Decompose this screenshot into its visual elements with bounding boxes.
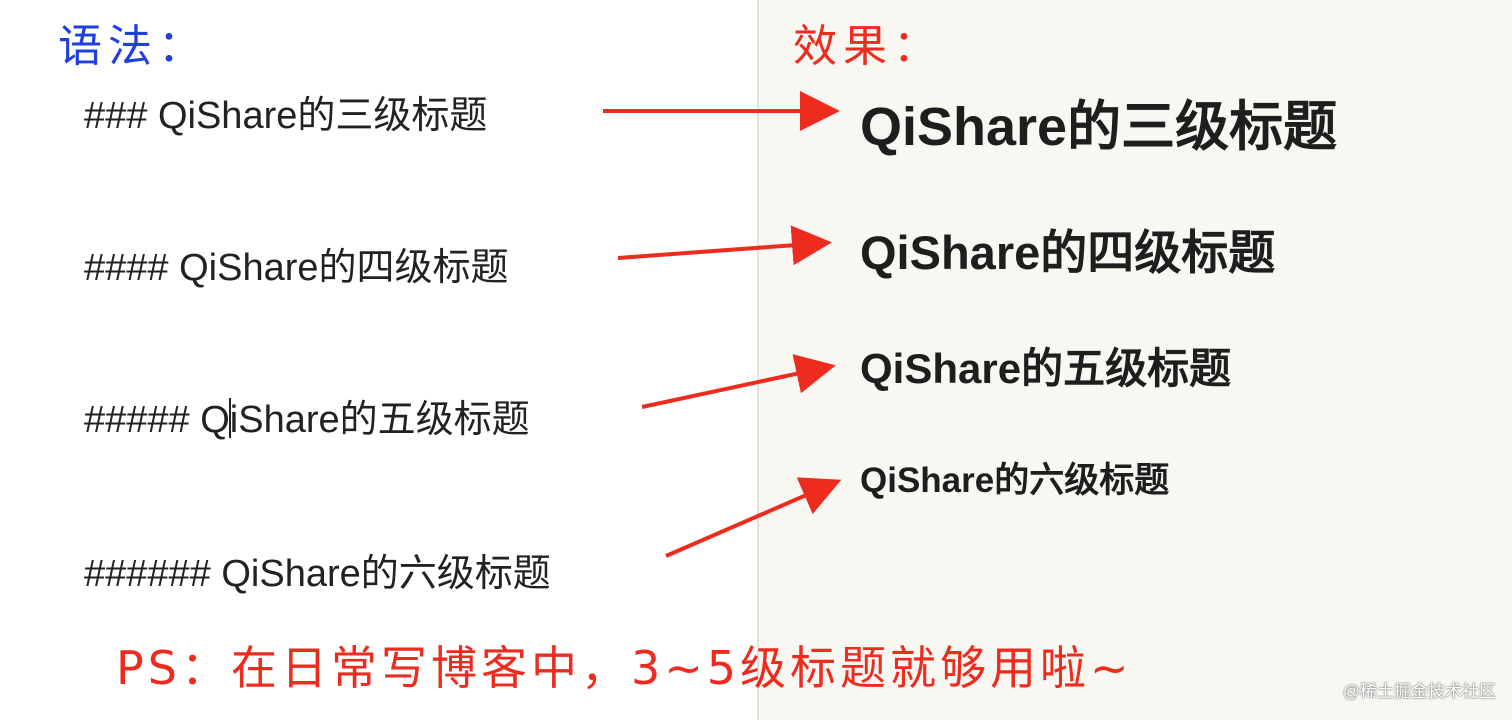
annotation-arrows [603,91,842,558]
arrow-h4 [617,225,832,266]
arrow-h6 [665,477,842,558]
ps-note: PS：在日常写博客中，3~5级标题就够用啦~ [116,641,1133,695]
arrow-h5 [641,354,836,409]
watermark: @稀土掘金技术社区 [1342,682,1496,701]
